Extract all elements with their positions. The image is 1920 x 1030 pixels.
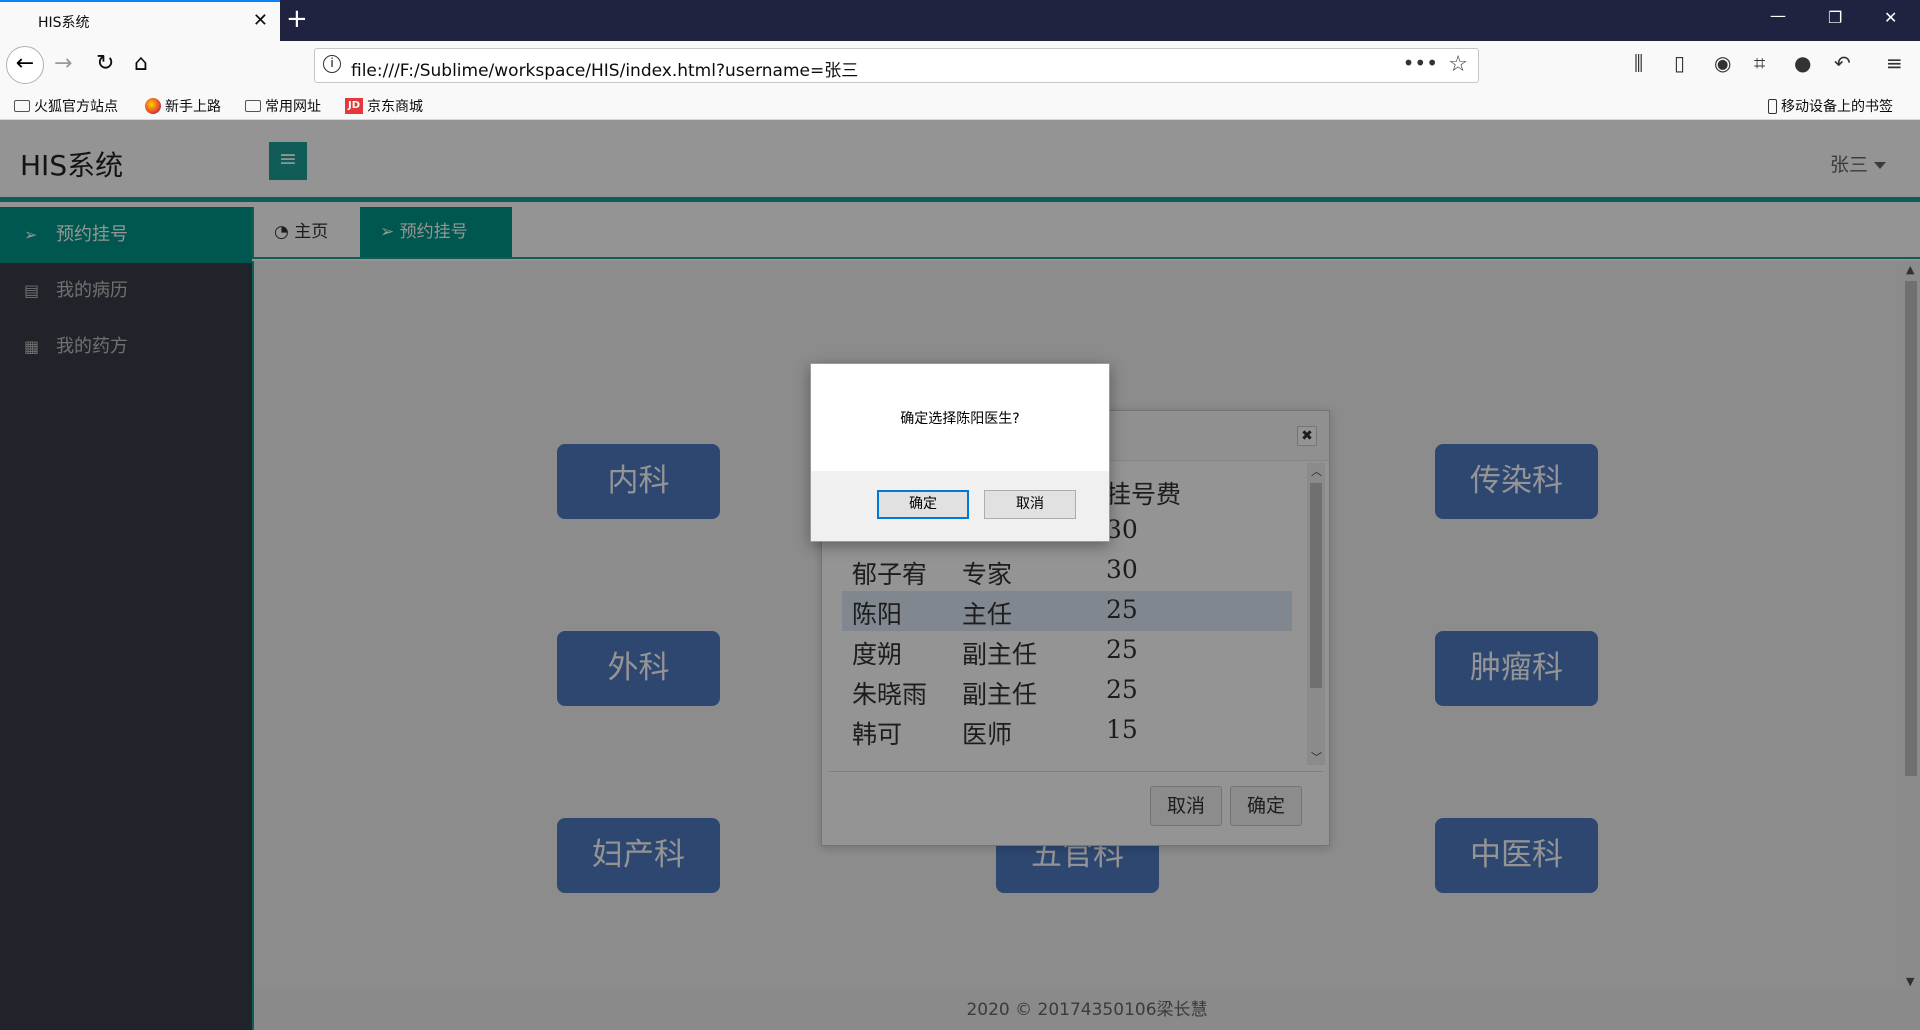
bookmark-label: 火狐官方站点: [34, 99, 118, 115]
forward-arrow-icon[interactable]: →: [54, 51, 72, 76]
browser-tab[interactable]: HIS系统 ✕: [0, 0, 280, 41]
firefox-icon: [145, 98, 161, 114]
chat-icon[interactable]: ●: [1794, 51, 1811, 75]
url-text[interactable]: file:///F:/Sublime/workspace/HIS/index.h…: [351, 56, 858, 81]
mobile-bookmarks[interactable]: 移动设备上的书签: [1768, 96, 1893, 116]
mobile-icon: [1768, 98, 1777, 114]
browser-tab-bar: HIS系统 ✕ + — ❐ ✕: [0, 0, 1920, 41]
folder-icon: [14, 100, 30, 112]
bookmark-label: 新手上路: [165, 99, 221, 115]
modal-overlay: [0, 120, 1920, 1030]
confirm-message-area: 确定选择陈阳医生?: [811, 364, 1109, 471]
confirm-ok-button[interactable]: 确定: [877, 490, 969, 519]
restore-icon[interactable]: ❐: [1828, 8, 1842, 27]
confirm-cancel-button[interactable]: 取消: [984, 490, 1076, 519]
folder-icon: [245, 100, 261, 112]
bookmark-label: 移动设备上的书签: [1781, 99, 1893, 115]
window-close-icon[interactable]: ✕: [1884, 8, 1897, 27]
bookmark-firefox-site[interactable]: 火狐官方站点: [14, 96, 118, 116]
screenshot-icon[interactable]: ⌗: [1754, 51, 1765, 75]
browser-nav-bar: ← → ↻ ⌂ i file:///F:/Sublime/workspace/H…: [0, 41, 1920, 90]
minimize-icon[interactable]: —: [1770, 6, 1786, 25]
info-icon[interactable]: i: [323, 55, 341, 73]
back-arrow-icon[interactable]: ←: [6, 46, 44, 84]
bookmark-getting-started[interactable]: 新手上路: [145, 96, 221, 116]
bookmark-label: 京东商城: [367, 99, 423, 115]
library-icon[interactable]: ⫼: [1634, 51, 1643, 75]
confirm-button-area: 确定 取消: [811, 471, 1109, 541]
confirm-message: 确定选择陈阳医生?: [900, 411, 1020, 427]
confirm-dialog: 确定选择陈阳医生? 确定 取消: [810, 363, 1110, 542]
bookmark-jd[interactable]: JD 京东商城: [345, 96, 423, 116]
sidebar-icon[interactable]: ▯: [1674, 51, 1685, 75]
hamburger-menu-icon[interactable]: ≡: [1886, 51, 1903, 75]
jd-icon: JD: [345, 98, 363, 114]
undo-icon[interactable]: ↶: [1834, 51, 1851, 75]
browser-tab-title: HIS系统: [38, 15, 90, 31]
bookmark-star-icon[interactable]: ☆: [1448, 52, 1468, 77]
home-icon[interactable]: ⌂: [134, 51, 148, 76]
new-tab-button[interactable]: +: [286, 4, 308, 34]
tab-close-icon[interactable]: ✕: [253, 10, 268, 31]
more-actions-icon[interactable]: •••: [1403, 51, 1438, 75]
account-icon[interactable]: ◉: [1714, 51, 1731, 75]
url-bar[interactable]: i file:///F:/Sublime/workspace/HIS/index…: [314, 48, 1479, 83]
bookmarks-bar: 火狐官方站点 新手上路 常用网址 JD 京东商城 移动设备上的书签: [0, 90, 1920, 120]
bookmark-label: 常用网址: [265, 99, 321, 115]
reload-icon[interactable]: ↻: [96, 51, 114, 76]
bookmark-common-sites[interactable]: 常用网址: [245, 96, 321, 116]
